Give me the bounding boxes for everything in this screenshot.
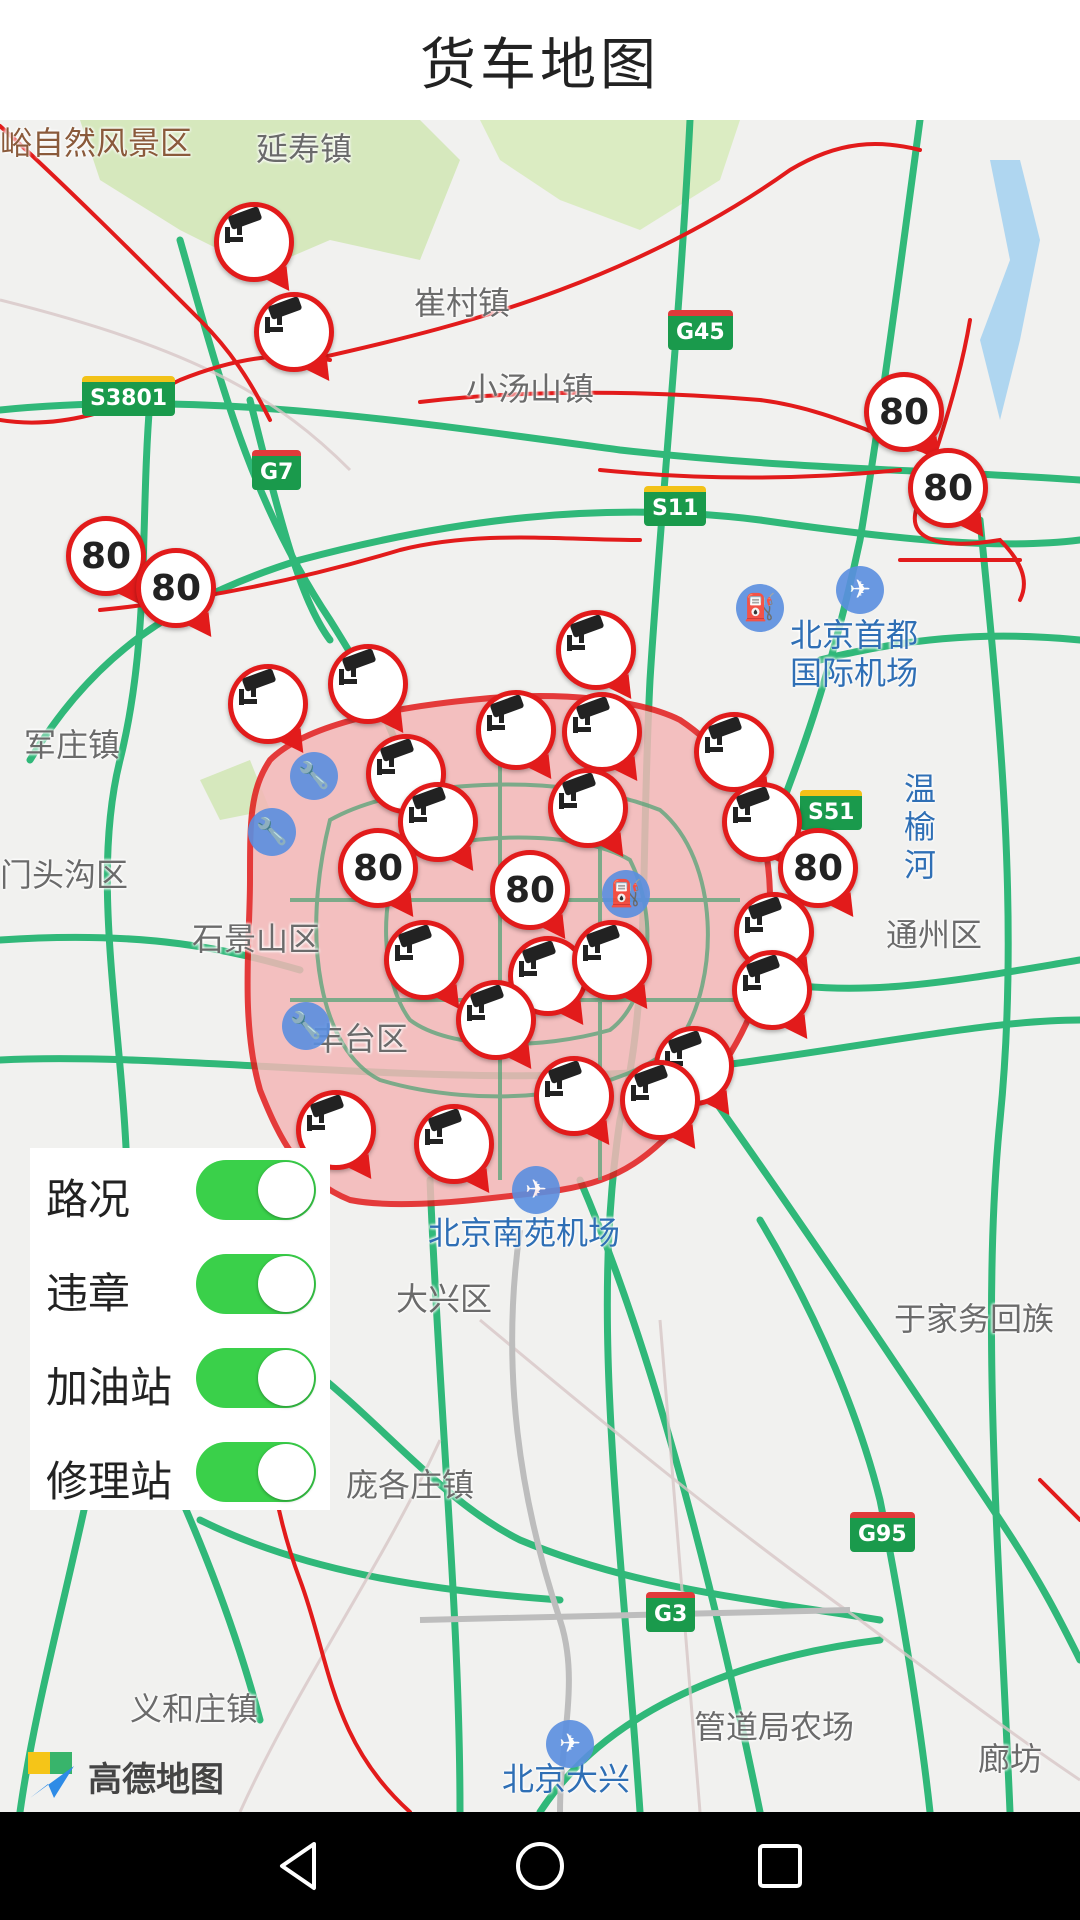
repair-station-icon[interactable]: 🔧 <box>282 1002 330 1050</box>
place-label: 军庄镇 <box>24 726 121 764</box>
speed-limit-value: 80 <box>80 535 132 577</box>
traffic-camera-marker[interactable] <box>572 920 652 1000</box>
layer-row-repair-station: 修理站 <box>30 1430 330 1510</box>
speed-limit-value: 80 <box>878 391 930 433</box>
place-label: 于家务回族 <box>894 1300 1055 1338</box>
traffic-camera-marker[interactable] <box>694 712 774 792</box>
place-label: 廊坊 <box>978 1740 1043 1778</box>
place-label: 峪自然风景区 <box>0 124 193 162</box>
gas-station-toggle[interactable] <box>196 1348 316 1408</box>
speed-limit-value: 80 <box>150 567 202 609</box>
toggle-knob <box>258 1444 314 1500</box>
layer-row-traffic: 路况 <box>30 1148 330 1228</box>
place-label: 北京首都 国际机场 <box>790 616 919 692</box>
place-label: 通州区 <box>886 916 983 954</box>
traffic-camera-marker[interactable] <box>556 610 636 690</box>
highway-shield: S3801 <box>82 376 176 416</box>
traffic-camera-marker[interactable] <box>214 202 294 282</box>
recents-icon[interactable] <box>750 1836 810 1896</box>
map-view[interactable]: 峪自然风景区 延寿镇 崔村镇 小汤山镇 军庄镇 门头沟区 石景山区 丰台区 北京首都 国际机场温… <box>0 120 1080 1812</box>
speed-limit-marker[interactable]: 80 <box>136 548 216 628</box>
repair-station-toggle[interactable] <box>196 1442 316 1502</box>
traffic-camera-marker[interactable] <box>254 292 334 372</box>
traffic-camera-marker[interactable] <box>620 1060 700 1140</box>
traffic-camera-marker[interactable] <box>562 692 642 772</box>
place-label: 北京南苑机场 <box>428 1214 621 1252</box>
traffic-camera-marker[interactable] <box>456 980 536 1060</box>
airport-icon[interactable]: ✈ <box>512 1166 560 1214</box>
speed-limit-value: 80 <box>352 847 404 889</box>
place-label: 门头沟区 <box>0 856 129 894</box>
toggle-knob <box>258 1350 314 1406</box>
toggle-knob <box>258 1162 314 1218</box>
gas-station-icon[interactable]: ⛽ <box>736 584 784 632</box>
layer-label: 加油站 <box>46 1363 173 1412</box>
back-icon[interactable] <box>270 1836 330 1896</box>
layer-row-violation: 违章 <box>30 1242 330 1322</box>
traffic-toggle[interactable] <box>196 1160 316 1220</box>
place-label: 温 榆 河 <box>904 770 937 884</box>
place-label: 石景山区 <box>192 920 321 958</box>
title-bar: 货车地图 <box>0 0 1080 120</box>
place-label: 管道局农场 <box>694 1708 855 1746</box>
place-label: 小汤山镇 <box>466 370 595 408</box>
system-nav-bar <box>0 1812 1080 1920</box>
speed-limit-marker[interactable]: 80 <box>66 516 146 596</box>
amap-logo-icon <box>28 1752 74 1798</box>
speed-limit-marker[interactable]: 80 <box>490 850 570 930</box>
layers-panel: 路况 违章 加油站 修理站 <box>30 1148 330 1510</box>
airport-icon[interactable]: ✈ <box>836 566 884 614</box>
place-label: 大兴区 <box>396 1280 493 1318</box>
layer-label: 违章 <box>46 1269 131 1318</box>
traffic-camera-marker[interactable] <box>476 690 556 770</box>
speed-limit-value: 80 <box>922 467 974 509</box>
traffic-camera-marker[interactable] <box>228 664 308 744</box>
speed-limit-marker[interactable]: 80 <box>864 372 944 452</box>
place-label: 延寿镇 <box>256 130 353 168</box>
highway-shield: G45 <box>668 310 733 350</box>
traffic-camera-marker[interactable] <box>534 1056 614 1136</box>
repair-station-icon[interactable]: 🔧 <box>248 808 296 856</box>
repair-station-icon[interactable]: 🔧 <box>290 752 338 800</box>
layer-label: 修理站 <box>46 1457 173 1506</box>
place-label: 崔村镇 <box>414 284 511 322</box>
place-label: 义和庄镇 <box>130 1690 259 1728</box>
place-label: 庞各庄镇 <box>346 1466 475 1504</box>
layer-label: 路况 <box>46 1175 131 1224</box>
logo-text: 高德地图 <box>88 1759 224 1800</box>
highway-shield: G95 <box>850 1512 915 1552</box>
traffic-camera-marker[interactable] <box>384 920 464 1000</box>
speed-limit-value: 80 <box>504 869 556 911</box>
speed-limit-value: 80 <box>792 847 844 889</box>
home-icon[interactable] <box>510 1836 570 1896</box>
speed-limit-marker[interactable]: 80 <box>338 828 418 908</box>
speed-limit-marker[interactable]: 80 <box>908 448 988 528</box>
airport-icon[interactable]: ✈ <box>546 1720 594 1768</box>
traffic-camera-marker[interactable] <box>328 644 408 724</box>
highway-shield: G3 <box>646 1592 696 1632</box>
traffic-camera-marker[interactable] <box>414 1104 494 1184</box>
toggle-knob <box>258 1256 314 1312</box>
amap-logo: 高德地图 <box>24 1748 224 1804</box>
violation-toggle[interactable] <box>196 1254 316 1314</box>
traffic-camera-marker[interactable] <box>548 768 628 848</box>
gas-station-icon[interactable]: ⛽ <box>602 870 650 918</box>
highway-shield: S11 <box>644 486 707 526</box>
layer-row-gas-station: 加油站 <box>30 1336 330 1416</box>
highway-shield: S51 <box>800 790 863 830</box>
page-title: 货车地图 <box>420 32 660 98</box>
traffic-camera-marker[interactable] <box>732 950 812 1030</box>
highway-shield: G7 <box>252 450 302 490</box>
